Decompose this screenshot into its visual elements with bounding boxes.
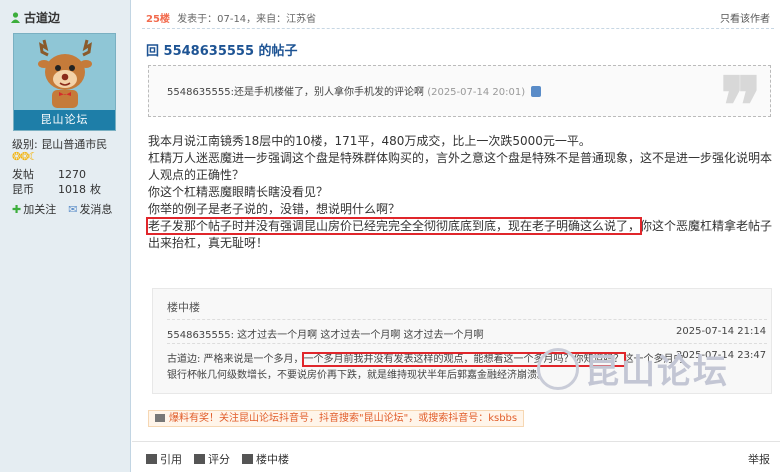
- post-footer: 引用 评分 楼中楼 举报: [132, 441, 780, 472]
- user-actions: ✚ 加关注 ✉ 发消息: [12, 201, 112, 217]
- message-button[interactable]: ✉ 发消息: [68, 201, 112, 217]
- level-stars-icon: ❂❂☾: [12, 150, 38, 163]
- comment-icon: [242, 454, 253, 464]
- report-link[interactable]: 举报: [748, 451, 770, 467]
- post-body: 我本月说江南镜秀18层中的10楼，171平，480万成交，比上一次跌5000元一…: [145, 133, 774, 252]
- lzl-button[interactable]: 楼中楼: [242, 451, 289, 467]
- user-stats: 发帖 1270 昆币 1018 枚: [12, 167, 101, 197]
- quote-block: 5548635555:还是手机楼催了，别人拿你手机发的评论啊 (2025-07-…: [148, 65, 771, 146]
- body-paragraph: 杠精万人迷恶魔进一步强调这个盘是特殊群体购买的，言外之意这个盘是特殊不是普通现象…: [148, 151, 773, 182]
- quote-button[interactable]: 引用: [146, 451, 182, 467]
- floor-number[interactable]: 25楼: [146, 14, 170, 25]
- quote-time: (2025-07-14 20:01): [427, 87, 526, 98]
- watermark-text: 昆山论坛: [585, 352, 729, 392]
- jump-to-post-icon[interactable]: [531, 86, 542, 97]
- highlighted-text: 老子发那个帖子时并没有强调昆山房价已经完完全全彻彻底底到底，现在老子明确这么说了…: [145, 217, 643, 235]
- sub-reply-time: 2025-07-14 21:14: [676, 326, 767, 337]
- follow-button[interactable]: ✚ 加关注: [12, 201, 56, 217]
- author-name[interactable]: 古道边: [11, 9, 60, 26]
- promo-banner[interactable]: 爆料有奖！关注昆山论坛抖音号，抖音搜索"昆山论坛"，或搜索抖音号：ksbbs: [148, 410, 525, 427]
- online-user-icon: [11, 12, 20, 23]
- avatar[interactable]: 昆山论坛: [13, 33, 116, 131]
- body-paragraph: 老子发那个帖子时并没有强调昆山房价已经完完全全彻彻底底到底，现在老子明确这么说了…: [145, 217, 773, 250]
- plus-icon: ✚: [12, 203, 22, 216]
- sub-reply-continued: 银行杯帐几何级数增长，不要说房价再下跌，就是维持现状半年后郭嘉金融经济崩溃。: [167, 370, 547, 381]
- watermark: 昆山论坛: [537, 344, 729, 393]
- rate-icon: [194, 454, 205, 464]
- user-level-value: 昆山普通市民: [41, 138, 108, 151]
- post-header: 25楼 发表于：07-14，来自：江苏省: [146, 10, 316, 25]
- body-paragraph: 我本月说江南镜秀18层中的10楼，171平，480万成交，比上一次跌5000元一…: [148, 134, 591, 148]
- sub-reply-title: 楼中楼: [167, 301, 200, 314]
- only-author-link[interactable]: 只看该作者: [720, 10, 770, 25]
- sub-reply-item: 5548635555: 这才过去一个月啊 这才过去一个月啊 这才过去一个月啊: [167, 330, 484, 341]
- post-content: 25楼 发表于：07-14，来自：江苏省 只看该作者 回 5548635555 …: [132, 0, 780, 472]
- speaker-icon: [155, 414, 165, 422]
- post-meta: 发表于：07-14，来自：江苏省: [177, 14, 317, 25]
- stat-posts: 发帖 1270: [12, 168, 86, 181]
- reply-user-link[interactable]: 5548635555: [164, 44, 254, 59]
- avatar-caption: 昆山论坛: [14, 110, 115, 130]
- quote-icon: [146, 454, 157, 464]
- sub-reply-box: 楼中楼 5548635555: 这才过去一个月啊 这才过去一个月啊 这才过去一个…: [152, 288, 772, 394]
- body-paragraph: 你举的例子是老子说的，没错，想说明什么啊？: [148, 202, 401, 216]
- reply-title: 回 5548635555 的帖子: [146, 44, 298, 59]
- divider: [142, 28, 774, 29]
- body-paragraph: 你这个杠精恶魔眼睛长瞎没看见？: [148, 185, 329, 199]
- rate-button[interactable]: 评分: [194, 451, 230, 467]
- forum-logo-icon: [537, 347, 579, 390]
- divider: [167, 319, 767, 320]
- deer-mascot-icon: [38, 39, 92, 108]
- quote-text: 5548635555:还是手机楼催了，别人拿你手机发的评论啊 (2025-07-…: [167, 83, 542, 98]
- stat-coins: 昆币 1018 枚: [12, 183, 101, 196]
- mail-icon: ✉: [68, 203, 78, 216]
- author-panel: 古道边 昆山论坛 级别: 昆山普通市民 ❂❂☾ 发帖 1270 昆币 1018 …: [0, 0, 131, 472]
